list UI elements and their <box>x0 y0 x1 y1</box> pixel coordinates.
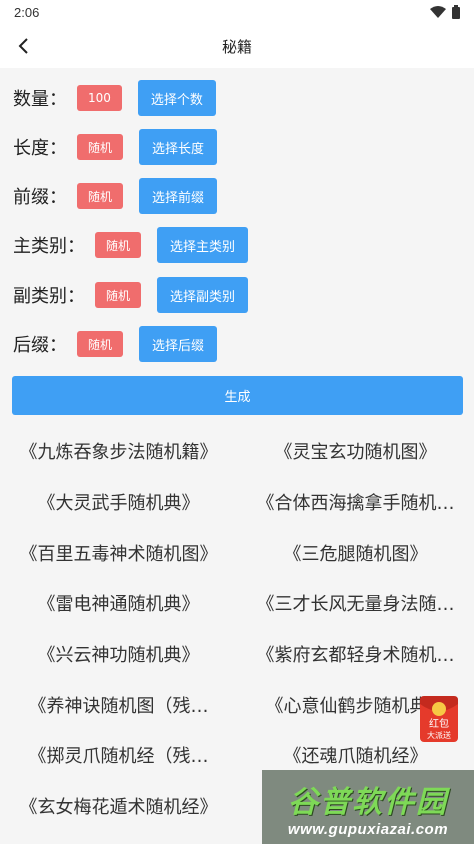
result-item[interactable]: 《兴云神功随机典》 <box>0 629 237 680</box>
status-time: 2:06 <box>14 4 40 20</box>
wifi-icon <box>430 6 446 18</box>
setting-row-prefix: 前缀： 随机 选择前缀 <box>13 178 218 214</box>
setting-label: 副类别： <box>13 286 85 307</box>
red-packet-text-line1: 红包 <box>429 717 449 730</box>
result-item[interactable]: 《三危腿随机图》 <box>237 527 474 578</box>
result-item[interactable]: 《玄女梅花遁术随机经》 <box>0 781 237 832</box>
result-item[interactable]: 《九炼吞象步法随机籍》 <box>0 426 237 477</box>
select-sub-category-button[interactable]: 选择副类别 <box>157 277 249 313</box>
setting-row-sub-category: 副类别： 随机 选择副类别 <box>13 277 249 313</box>
watermark-title: 谷普软件园 <box>288 784 448 820</box>
result-item[interactable]: 《养神诀随机图（残… <box>0 679 237 730</box>
setting-value-badge: 随机 <box>95 232 142 258</box>
setting-value-badge: 随机 <box>95 282 142 308</box>
result-item[interactable]: 《紫府玄都轻身术随机… <box>237 629 474 680</box>
red-packet-text-line2: 大派送 <box>427 730 451 740</box>
watermark-url: www.gupuxiazai.com <box>287 820 449 838</box>
result-item[interactable]: 《掷灵爪随机经（残… <box>0 730 237 781</box>
setting-value-badge: 随机 <box>77 183 124 209</box>
setting-label: 数量： <box>13 89 67 110</box>
status-bar: 2:06 <box>0 0 474 24</box>
setting-value-badge: 随机 <box>77 134 124 160</box>
result-item[interactable]: 《百里五毒神术随机图》 <box>0 527 237 578</box>
generate-button[interactable]: 生成 <box>12 376 463 415</box>
setting-row-main-category: 主类别： 随机 选择主类别 <box>13 227 249 263</box>
select-count-button[interactable]: 选择个数 <box>137 80 216 116</box>
setting-label: 主类别： <box>13 236 85 257</box>
setting-label: 后缀： <box>13 335 67 356</box>
back-arrow-icon <box>18 38 28 54</box>
setting-label: 前缀： <box>13 187 67 208</box>
setting-row-count: 数量： 100 选择个数 <box>13 80 216 116</box>
app-bar: 秘籍 <box>0 24 474 68</box>
watermark: 谷普软件园 www.gupuxiazai.com <box>262 770 474 844</box>
select-suffix-button[interactable]: 选择后缀 <box>139 326 218 362</box>
result-item[interactable]: 《合体西海擒拿手随机… <box>237 477 474 528</box>
red-packet-float-button[interactable]: 红包 大派送 <box>416 690 462 744</box>
page-title: 秘籍 <box>221 37 252 56</box>
setting-label: 长度： <box>13 138 67 159</box>
result-item[interactable]: 《灵宝玄功随机图》 <box>237 426 474 477</box>
setting-row-suffix: 后缀： 随机 选择后缀 <box>13 326 218 362</box>
result-item[interactable]: 《雷电神通随机典》 <box>0 578 237 629</box>
setting-value-badge: 100 <box>77 85 122 111</box>
select-length-button[interactable]: 选择长度 <box>139 129 218 165</box>
setting-value-badge: 随机 <box>77 331 124 357</box>
select-main-category-button[interactable]: 选择主类别 <box>157 227 249 263</box>
result-item[interactable]: 《大灵武手随机典》 <box>0 477 237 528</box>
red-packet-icon: 红包 大派送 <box>420 696 458 742</box>
back-button[interactable] <box>10 32 38 60</box>
setting-row-length: 长度： 随机 选择长度 <box>13 129 218 165</box>
status-icons <box>430 5 460 19</box>
select-prefix-button[interactable]: 选择前缀 <box>139 178 218 214</box>
battery-icon <box>452 5 460 19</box>
result-item[interactable]: 《三才长风无量身法随… <box>237 578 474 629</box>
